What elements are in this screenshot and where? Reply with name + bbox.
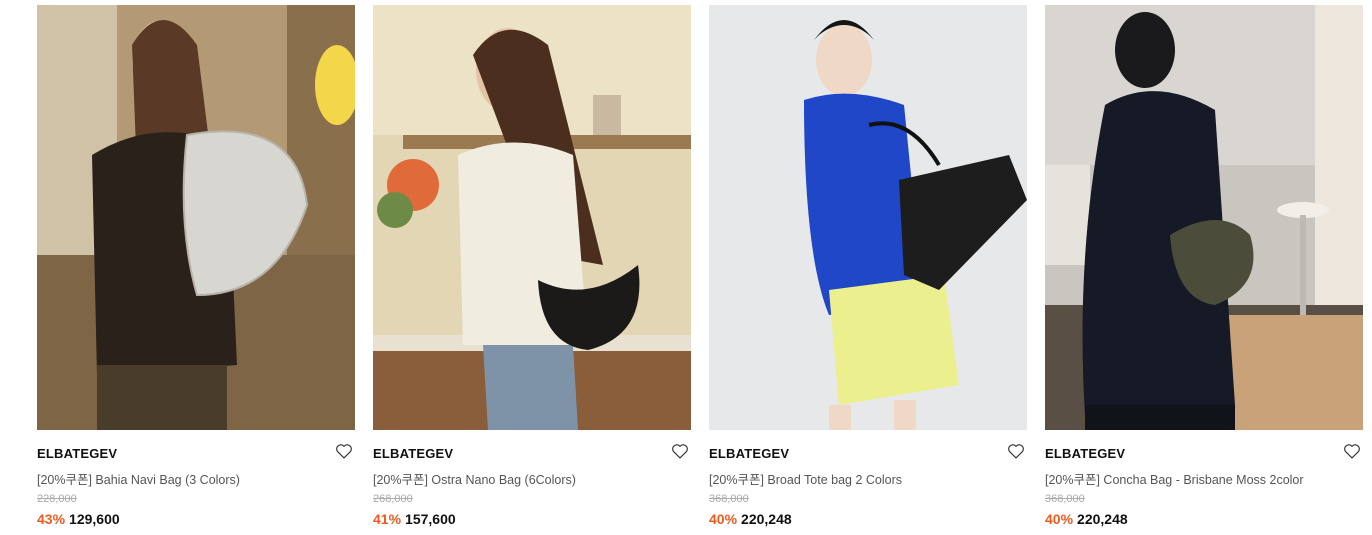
price-row: 40% 220,248 bbox=[1045, 511, 1128, 527]
sale-price: 129,600 bbox=[69, 511, 120, 527]
heart-icon[interactable] bbox=[1007, 443, 1025, 459]
product-brand[interactable]: ELBATEGEV bbox=[1045, 446, 1125, 461]
product-image[interactable] bbox=[37, 5, 355, 430]
heart-icon[interactable] bbox=[335, 443, 353, 459]
product-image[interactable] bbox=[373, 5, 691, 430]
discount-rate: 43% bbox=[37, 511, 66, 527]
original-price: 268,000 bbox=[373, 493, 413, 505]
original-price: 368,000 bbox=[709, 493, 749, 505]
product-meta: ELBATEGEV [20%쿠폰] Concha Bag - Brisbane … bbox=[1045, 430, 1363, 530]
product-brand[interactable]: ELBATEGEV bbox=[373, 446, 453, 461]
product-brand[interactable]: ELBATEGEV bbox=[709, 446, 789, 461]
sale-price: 157,600 bbox=[405, 511, 456, 527]
discount-rate: 40% bbox=[709, 511, 738, 527]
price-row: 43% 129,600 bbox=[37, 511, 120, 527]
heart-icon[interactable] bbox=[1343, 443, 1361, 459]
product-card[interactable]: ELBATEGEV [20%쿠폰] Bahia Navi Bag (3 Colo… bbox=[37, 5, 355, 530]
price-row: 40% 220,248 bbox=[709, 511, 792, 527]
product-grid: ELBATEGEV [20%쿠폰] Bahia Navi Bag (3 Colo… bbox=[0, 0, 1372, 535]
original-price: 228,000 bbox=[37, 493, 77, 505]
product-title[interactable]: [20%쿠폰] Ostra Nano Bag (6Colors) bbox=[373, 469, 576, 488]
discount-rate: 40% bbox=[1045, 511, 1074, 527]
sale-price: 220,248 bbox=[1077, 511, 1128, 527]
product-image[interactable] bbox=[709, 5, 1027, 430]
product-card[interactable]: ELBATEGEV [20%쿠폰] Ostra Nano Bag (6Color… bbox=[373, 5, 691, 530]
original-price: 368,000 bbox=[1045, 493, 1085, 505]
product-title[interactable]: [20%쿠폰] Broad Tote bag 2 Colors bbox=[709, 469, 902, 488]
discount-rate: 41% bbox=[373, 511, 402, 527]
product-image[interactable] bbox=[1045, 5, 1363, 430]
product-title[interactable]: [20%쿠폰] Bahia Navi Bag (3 Colors) bbox=[37, 469, 240, 488]
product-meta: ELBATEGEV [20%쿠폰] Ostra Nano Bag (6Color… bbox=[373, 430, 691, 530]
heart-icon[interactable] bbox=[671, 443, 689, 459]
price-row: 41% 157,600 bbox=[373, 511, 456, 527]
product-card[interactable]: ELBATEGEV [20%쿠폰] Concha Bag - Brisbane … bbox=[1045, 5, 1363, 530]
sale-price: 220,248 bbox=[741, 511, 792, 527]
product-card[interactable]: ELBATEGEV [20%쿠폰] Broad Tote bag 2 Color… bbox=[709, 5, 1027, 530]
product-brand[interactable]: ELBATEGEV bbox=[37, 446, 117, 461]
product-title[interactable]: [20%쿠폰] Concha Bag - Brisbane Moss 2colo… bbox=[1045, 469, 1304, 488]
product-meta: ELBATEGEV [20%쿠폰] Bahia Navi Bag (3 Colo… bbox=[37, 430, 355, 530]
product-meta: ELBATEGEV [20%쿠폰] Broad Tote bag 2 Color… bbox=[709, 430, 1027, 530]
